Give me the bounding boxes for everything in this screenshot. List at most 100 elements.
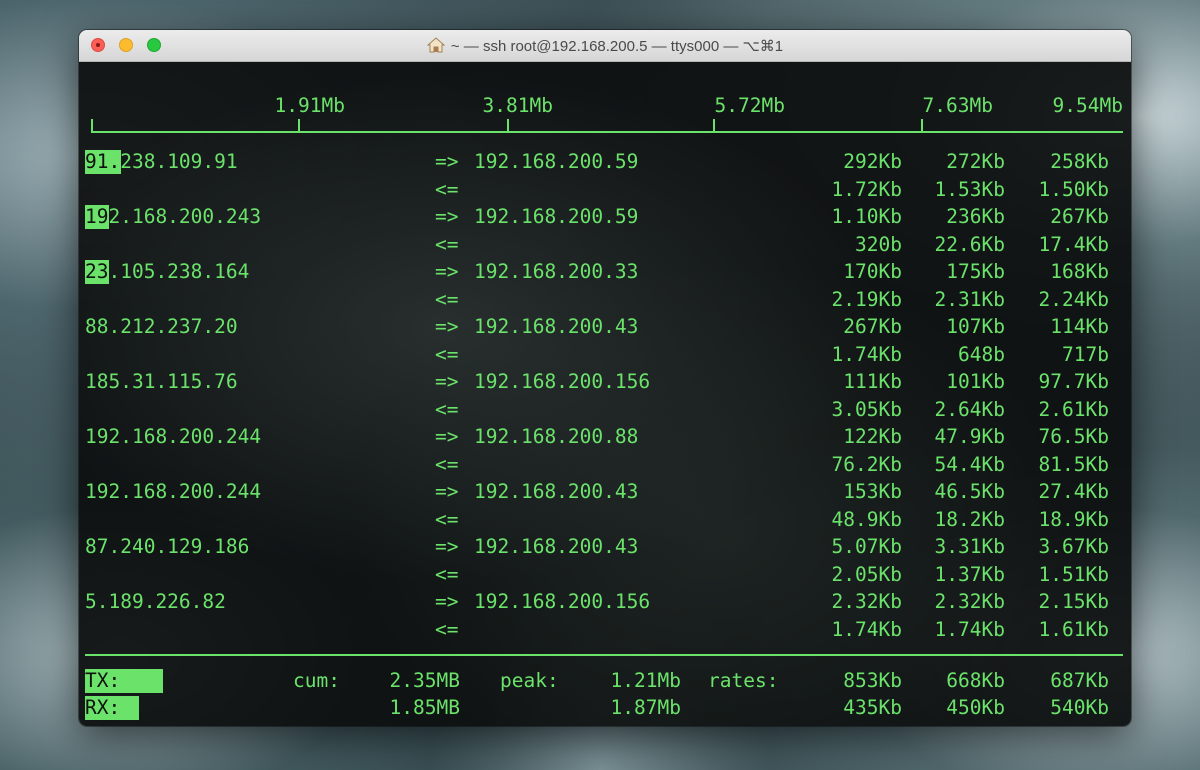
connection-dest: 192.168.200.59	[474, 205, 639, 228]
arrow-out: =>	[435, 150, 459, 173]
arrow-out: =>	[435, 590, 459, 613]
rate-out: 27.4Kb	[1038, 480, 1109, 503]
connection-dest: 192.168.200.156	[474, 370, 651, 393]
rate-out: 101Kb	[946, 370, 1005, 393]
cum-label: cum:	[293, 669, 340, 692]
rate-in: 648b	[958, 342, 1005, 366]
arrow-out: =>	[435, 370, 459, 393]
rate-in: 1.74Kb	[934, 617, 1005, 641]
scale-tick	[298, 119, 300, 133]
connection-host: 87.240.129.186	[85, 535, 250, 558]
rate-out: 76.5Kb	[1038, 425, 1109, 448]
rate-in: 1.50Kb	[1038, 177, 1109, 201]
arrow-in: <=	[435, 232, 459, 256]
host-highlight: 23	[85, 260, 109, 283]
rate-out: 170Kb	[843, 260, 902, 283]
rate-out: 267Kb	[843, 315, 902, 338]
connection-host: 5.189.226.82	[85, 590, 226, 613]
rate-out: 292Kb	[843, 150, 902, 173]
rate-out: 114Kb	[1050, 315, 1109, 338]
rate-out: 272Kb	[946, 150, 1005, 173]
connection-dest: 192.168.200.59	[474, 150, 639, 173]
rate-in: 48.9Kb	[831, 507, 902, 531]
rate-in: 2.31Kb	[934, 287, 1005, 311]
connection-dest: 192.168.200.43	[474, 315, 639, 338]
rate-in: 1.37Kb	[934, 562, 1005, 586]
arrow-out: =>	[435, 260, 459, 283]
home-icon	[426, 37, 446, 57]
rate-total: 1.20Mb	[999, 723, 1109, 726]
scale-tick	[713, 119, 715, 133]
rate-total: 687Kb	[1050, 669, 1109, 692]
connection-dest: 192.168.200.156	[474, 590, 651, 613]
arrow-in: <=	[435, 287, 459, 311]
rate-out: 258Kb	[1050, 150, 1109, 173]
rate-out: 46.5Kb	[934, 480, 1005, 503]
host-rest: 2.168.200.243	[108, 205, 262, 228]
arrow-in: <=	[435, 342, 459, 366]
scale-tick	[507, 119, 509, 133]
rate-out: 2.32Kb	[934, 590, 1005, 613]
rate-in: 2.64Kb	[934, 397, 1005, 421]
peak-label: peak:	[500, 669, 559, 692]
scale-label: 9.54Mb	[1052, 94, 1123, 117]
scale-axis	[91, 131, 1123, 133]
connection-dest: 192.168.200.88	[474, 425, 639, 448]
rate-in: 2.61Kb	[1038, 397, 1109, 421]
cum-value: 2.35MB	[389, 669, 460, 692]
rate-out: 5.07Kb	[831, 535, 902, 558]
rate-in: 2.05Kb	[831, 562, 902, 586]
cum-value: 4.19MB	[350, 723, 460, 726]
title-bar[interactable]: ~ — ssh root@192.168.200.5 — ttys000 — ⌥…	[79, 30, 1131, 62]
rate-out: 3.67Kb	[1038, 535, 1109, 558]
window-title: ~ — ssh root@192.168.200.5 — ttys000 — ⌥…	[450, 38, 784, 55]
peak-value: 1.21Mb	[610, 669, 681, 692]
rate-total: 668Kb	[946, 669, 1005, 692]
connection-host: 23.105.238.164	[85, 260, 249, 284]
rate-out: 47.9Kb	[934, 425, 1005, 448]
arrow-in: <=	[435, 617, 459, 641]
rate-out: 175Kb	[946, 260, 1005, 283]
rate-in: 81.5Kb	[1038, 452, 1109, 476]
rate-out: 107Kb	[946, 315, 1005, 338]
rate-in: 54.4Kb	[934, 452, 1005, 476]
rate-in: 1.53Kb	[934, 177, 1005, 201]
arrow-in: <=	[435, 397, 459, 421]
rate-in: 22.6Kb	[934, 232, 1005, 256]
arrow-out: =>	[435, 535, 459, 558]
connection-host: 91.238.109.91	[85, 150, 238, 174]
arrow-in: <=	[435, 562, 459, 586]
rate-in: 18.2Kb	[934, 507, 1005, 531]
window-title-wrap: ~ — ssh root@192.168.200.5 — ttys000 — ⌥…	[79, 37, 1131, 57]
rate-in: 76.2Kb	[831, 452, 902, 476]
peak-value: 1.87Mb	[610, 696, 681, 719]
rate-out: 111Kb	[843, 370, 902, 393]
rate-total: 1.26Mb	[792, 723, 902, 726]
arrow-out: =>	[435, 205, 459, 228]
rate-out: 97.7Kb	[1038, 370, 1109, 393]
arrow-out: =>	[435, 425, 459, 448]
rate-in: 320b	[855, 232, 902, 256]
scale-label: 7.63Mb	[922, 94, 993, 117]
scale-label: 3.81Mb	[482, 94, 553, 117]
arrow-out: =>	[435, 315, 459, 338]
rate-total: 435Kb	[843, 696, 902, 719]
rate-out: 267Kb	[1050, 205, 1109, 228]
rate-total: 450Kb	[946, 696, 1005, 719]
rate-out: 236Kb	[946, 205, 1005, 228]
footer-separator	[85, 654, 1123, 656]
rate-out: 2.15Kb	[1038, 590, 1109, 613]
terminal-content[interactable]: 1.91Mb 3.81Mb 5.72Mb 7.63Mb 9.54Mb 91.238.109…	[79, 62, 1131, 726]
arrow-in: <=	[435, 507, 459, 531]
rate-out: 153Kb	[843, 480, 902, 503]
host-rest: .105.238.164	[108, 260, 250, 283]
arrow-out: =>	[435, 480, 459, 503]
scale-label: 5.72Mb	[714, 94, 785, 117]
rate-in: 2.24Kb	[1038, 287, 1109, 311]
connection-host: 192.168.200.244	[85, 425, 262, 448]
arrow-in: <=	[435, 177, 459, 201]
connection-dest: 192.168.200.43	[474, 535, 639, 558]
scale-tick	[921, 119, 923, 133]
rate-in: 17.4Kb	[1038, 232, 1109, 256]
host-highlight: 91.	[85, 150, 121, 173]
